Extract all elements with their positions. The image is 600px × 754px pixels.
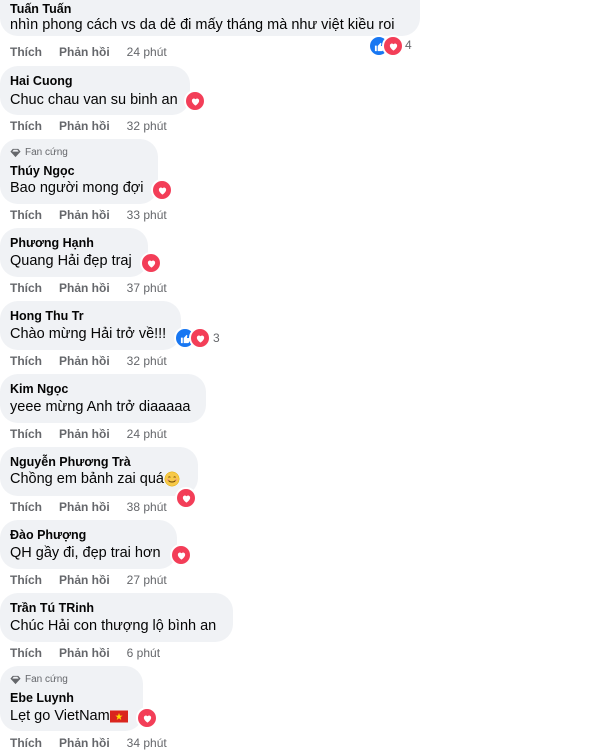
reply-link[interactable]: Phản hồi: [59, 354, 110, 368]
comment-actions: Thích Phản hồi 32 phút: [10, 354, 167, 368]
comment-text: QH gầy đi, đẹp trai hơn: [10, 545, 161, 561]
comment-actions: Thích Phản hồi 34 phút: [10, 736, 167, 750]
like-link[interactable]: Thích: [10, 500, 42, 514]
comment-author[interactable]: Hai Cuong: [10, 74, 73, 88]
fan-badge: Fan cứng: [10, 674, 68, 685]
reaction-count[interactable]: 3: [213, 331, 220, 345]
diamond-icon: [10, 675, 21, 684]
reply-link[interactable]: Phản hồi: [59, 208, 110, 222]
comment-text: Chúc Hải con thượng lộ bình an: [10, 618, 217, 634]
comment-author[interactable]: Phương Hạnh: [10, 236, 94, 250]
reply-link[interactable]: Phản hồi: [59, 427, 110, 441]
reply-link[interactable]: Phản hồi: [59, 45, 110, 59]
comment-text: Bao người mong đợi: [10, 180, 144, 196]
like-link[interactable]: Thích: [10, 736, 42, 750]
comment-author[interactable]: Nguyễn Phương Trà: [10, 455, 131, 469]
vietnam-flag-icon: [109, 710, 128, 723]
comment-author[interactable]: Tuấn Tuấn: [10, 2, 71, 16]
reply-link[interactable]: Phản hồi: [59, 736, 110, 750]
like-link[interactable]: Thích: [10, 646, 42, 660]
reaction-count[interactable]: 4: [405, 38, 412, 52]
comment-time[interactable]: 38 phút: [127, 500, 167, 514]
comment-author[interactable]: Thúy Ngọc: [10, 164, 75, 178]
reply-link[interactable]: Phản hồi: [59, 646, 110, 660]
comment-time[interactable]: 24 phút: [127, 427, 167, 441]
reply-link[interactable]: Phản hồi: [59, 500, 110, 514]
comment-text: Chồng em bảnh zai quá: [10, 471, 180, 487]
comment-text: yeee mừng Anh trở diaaaaa: [10, 399, 191, 415]
comment-actions: Thích Phản hồi 32 phút: [10, 119, 167, 133]
reply-link[interactable]: Phản hồi: [59, 281, 110, 295]
comment-author[interactable]: Kim Ngọc: [10, 382, 68, 396]
comment-author[interactable]: Đào Phượng: [10, 528, 86, 542]
comment-author[interactable]: Hong Thu Tr: [10, 309, 84, 323]
like-link[interactable]: Thích: [10, 208, 42, 222]
comment-time[interactable]: 32 phút: [127, 119, 167, 133]
like-link[interactable]: Thích: [10, 45, 42, 59]
like-link[interactable]: Thích: [10, 119, 42, 133]
comment-actions: Thích Phản hồi 37 phút: [10, 281, 167, 295]
heart-reaction-icon[interactable]: [170, 544, 192, 566]
heart-reaction-icon[interactable]: [382, 35, 404, 57]
comment-actions: Thích Phản hồi 24 phút: [10, 45, 167, 59]
comment-actions: Thích Phản hồi 27 phút: [10, 573, 167, 587]
fan-badge-label: Fan cứng: [25, 147, 68, 158]
comment-text: Chuc chau van su binh an: [10, 92, 178, 108]
comment-time[interactable]: 37 phút: [127, 281, 167, 295]
comment-actions: Thích Phản hồi 6 phút: [10, 646, 160, 660]
reply-link[interactable]: Phản hồi: [59, 573, 110, 587]
diamond-icon: [10, 148, 21, 157]
fan-badge: Fan cứng: [10, 147, 68, 158]
comment-time[interactable]: 24 phút: [127, 45, 167, 59]
like-link[interactable]: Thích: [10, 354, 42, 368]
comment-time[interactable]: 6 phút: [127, 646, 160, 660]
comment-text: nhìn phong cách vs da dẻ đi mấy tháng mà…: [10, 17, 395, 33]
fan-badge-label: Fan cứng: [25, 674, 68, 685]
comment-time[interactable]: 33 phút: [127, 208, 167, 222]
comment-text-content: Chồng em bảnh zai quá: [10, 471, 164, 487]
comment-text: Lẹt go VietNam: [10, 708, 128, 724]
smiling-face-emoji-icon: [164, 471, 180, 487]
comment-author[interactable]: Ebe Luynh: [10, 691, 74, 705]
comment-actions: Thích Phản hồi 33 phút: [10, 208, 167, 222]
like-link[interactable]: Thích: [10, 427, 42, 441]
comment-time[interactable]: 34 phút: [127, 736, 167, 750]
comment-time[interactable]: 27 phút: [127, 573, 167, 587]
heart-reaction-icon[interactable]: [175, 487, 197, 509]
comment-text-content: Lẹt go VietNam: [10, 708, 110, 724]
comment-actions: Thích Phản hồi 24 phút: [10, 427, 167, 441]
comment-text: Quang Hải đẹp traj: [10, 253, 132, 269]
like-link[interactable]: Thích: [10, 281, 42, 295]
comment-time[interactable]: 32 phút: [127, 354, 167, 368]
heart-reaction-icon[interactable]: [151, 179, 173, 201]
reply-link[interactable]: Phản hồi: [59, 119, 110, 133]
comment-actions: Thích Phản hồi 38 phút: [10, 500, 167, 514]
heart-reaction-icon[interactable]: [184, 90, 206, 112]
heart-reaction-icon[interactable]: [136, 707, 158, 729]
like-link[interactable]: Thích: [10, 573, 42, 587]
heart-reaction-icon[interactable]: [140, 252, 162, 274]
heart-reaction-icon[interactable]: [189, 327, 211, 349]
comment-author[interactable]: Trần Tú TRinh: [10, 601, 94, 615]
comment-text: Chào mừng Hải trở về!!!: [10, 326, 167, 342]
